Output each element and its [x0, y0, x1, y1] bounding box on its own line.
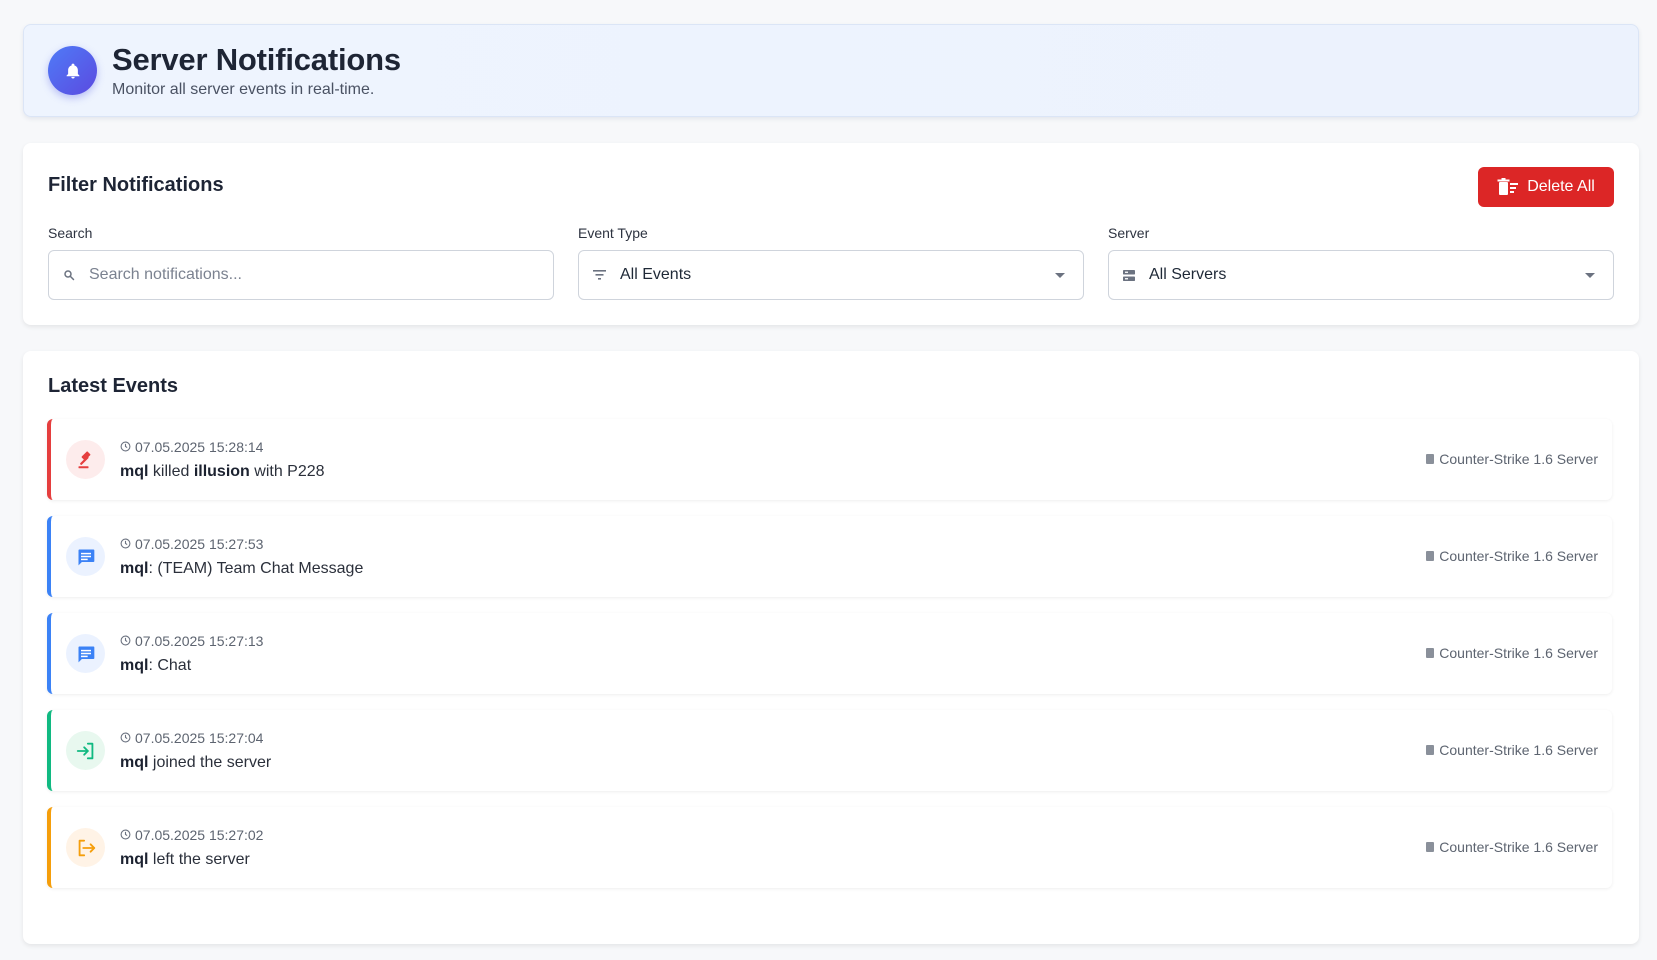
search-label: Search [48, 225, 93, 241]
event-time: 07.05.2025 15:27:04 [135, 729, 264, 746]
server-icon [1426, 648, 1435, 658]
search-field[interactable] [48, 250, 554, 300]
event-message: mql: (TEAM) Team Chat Message [120, 560, 1612, 578]
clock-icon [120, 441, 131, 452]
event-server-name: Counter-Strike 1.6 Server [1439, 839, 1598, 855]
event-server-name: Counter-Strike 1.6 Server [1439, 451, 1598, 467]
event-server: Counter-Strike 1.6 Server [1426, 839, 1598, 855]
event-server: Counter-Strike 1.6 Server [1426, 742, 1598, 758]
logout-icon [66, 828, 105, 867]
event-player: mql [120, 462, 149, 480]
event-message: mql left the server [120, 851, 1612, 869]
events-panel: Latest Events 07.05.2025 15:28:14 mql ki… [23, 351, 1639, 944]
event-text: : Chat [148, 656, 192, 674]
event-item[interactable]: 07.05.2025 15:27:04 mql joined the serve… [47, 710, 1612, 791]
server-icon [1426, 551, 1435, 561]
clock-icon [120, 538, 131, 549]
delete-sweep-icon [1497, 178, 1519, 195]
server-label: Server [1108, 225, 1150, 241]
server-icon [1123, 269, 1135, 281]
event-server-name: Counter-Strike 1.6 Server [1439, 645, 1598, 661]
clock-icon [120, 829, 131, 840]
filter-icon [593, 270, 606, 280]
chat-icon [66, 537, 105, 576]
event-server-name: Counter-Strike 1.6 Server [1439, 548, 1598, 564]
event-item[interactable]: 07.05.2025 15:27:02 mql left the server … [47, 807, 1612, 888]
event-text: killed [148, 462, 194, 480]
event-player: mql [120, 850, 149, 868]
clock-icon [120, 732, 131, 743]
event-body: 07.05.2025 15:27:13 mql: Chat [120, 633, 1612, 675]
server-value: All Servers [1149, 266, 1227, 283]
event-server: Counter-Strike 1.6 Server [1426, 645, 1598, 661]
event-server: Counter-Strike 1.6 Server [1426, 451, 1598, 467]
search-icon [64, 270, 75, 281]
event-type-label: Event Type [578, 225, 648, 241]
event-time: 07.05.2025 15:27:53 [135, 535, 264, 552]
chevron-down-icon [1055, 272, 1065, 278]
event-time: 07.05.2025 15:28:14 [135, 438, 264, 455]
filter-panel: Filter Notifications Delete All Search E… [23, 143, 1639, 325]
filter-title: Filter Notifications [48, 174, 224, 196]
login-icon [66, 731, 105, 770]
event-item[interactable]: 07.05.2025 15:27:53 mql: (TEAM) Team Cha… [47, 516, 1612, 597]
event-time: 07.05.2025 15:27:13 [135, 632, 264, 649]
event-item[interactable]: 07.05.2025 15:28:14 mql killed illusion … [47, 419, 1612, 500]
gavel-icon [66, 440, 105, 479]
page-title: Server Notifications [112, 42, 401, 77]
event-body: 07.05.2025 15:27:02 mql left the server [120, 827, 1612, 869]
event-body: 07.05.2025 15:28:14 mql killed illusion … [120, 439, 1612, 481]
server-select[interactable]: All Servers [1108, 250, 1614, 300]
event-message: mql joined the server [120, 754, 1612, 772]
event-type-value: All Events [620, 266, 692, 283]
event-timestamp: 07.05.2025 15:28:14 [120, 439, 1612, 455]
event-text: joined the server [148, 753, 272, 771]
delete-all-button[interactable]: Delete All [1478, 167, 1614, 207]
event-message: mql: Chat [120, 657, 1612, 675]
chat-icon [66, 634, 105, 673]
event-timestamp: 07.05.2025 15:27:13 [120, 633, 1612, 649]
event-message: mql killed illusion with P228 [120, 463, 1612, 481]
page: Server Notifications Monitor all server … [0, 0, 1657, 960]
events-title: Latest Events [48, 375, 179, 397]
event-player: mql [120, 559, 149, 577]
event-text-tail: with P228 [249, 462, 325, 480]
page-header: Server Notifications Monitor all server … [23, 24, 1639, 117]
server-icon [1426, 745, 1435, 755]
event-target: illusion [193, 462, 250, 480]
server-icon [1426, 454, 1435, 464]
delete-all-label: Delete All [1527, 178, 1595, 195]
event-item[interactable]: 07.05.2025 15:27:13 mql: Chat Counter-St… [47, 613, 1612, 694]
event-timestamp: 07.05.2025 15:27:02 [120, 827, 1612, 843]
event-text: left the server [148, 850, 250, 868]
event-timestamp: 07.05.2025 15:27:53 [120, 536, 1612, 552]
event-timestamp: 07.05.2025 15:27:04 [120, 730, 1612, 746]
event-type-select[interactable]: All Events [578, 250, 1084, 300]
event-server-name: Counter-Strike 1.6 Server [1439, 742, 1598, 758]
event-player: mql [120, 753, 149, 771]
event-body: 07.05.2025 15:27:53 mql: (TEAM) Team Cha… [120, 536, 1612, 578]
page-subtitle: Monitor all server events in real-time. [112, 81, 375, 98]
event-text: : (TEAM) Team Chat Message [148, 559, 364, 577]
event-body: 07.05.2025 15:27:04 mql joined the serve… [120, 730, 1612, 772]
chevron-down-icon [1585, 272, 1595, 278]
bell-icon [48, 46, 97, 95]
event-server: Counter-Strike 1.6 Server [1426, 548, 1598, 564]
event-player: mql [120, 656, 149, 674]
event-list: 07.05.2025 15:28:14 mql killed illusion … [47, 419, 1612, 904]
clock-icon [120, 635, 131, 646]
search-input[interactable] [89, 266, 553, 284]
event-time: 07.05.2025 15:27:02 [135, 826, 264, 843]
server-icon [1426, 842, 1435, 852]
